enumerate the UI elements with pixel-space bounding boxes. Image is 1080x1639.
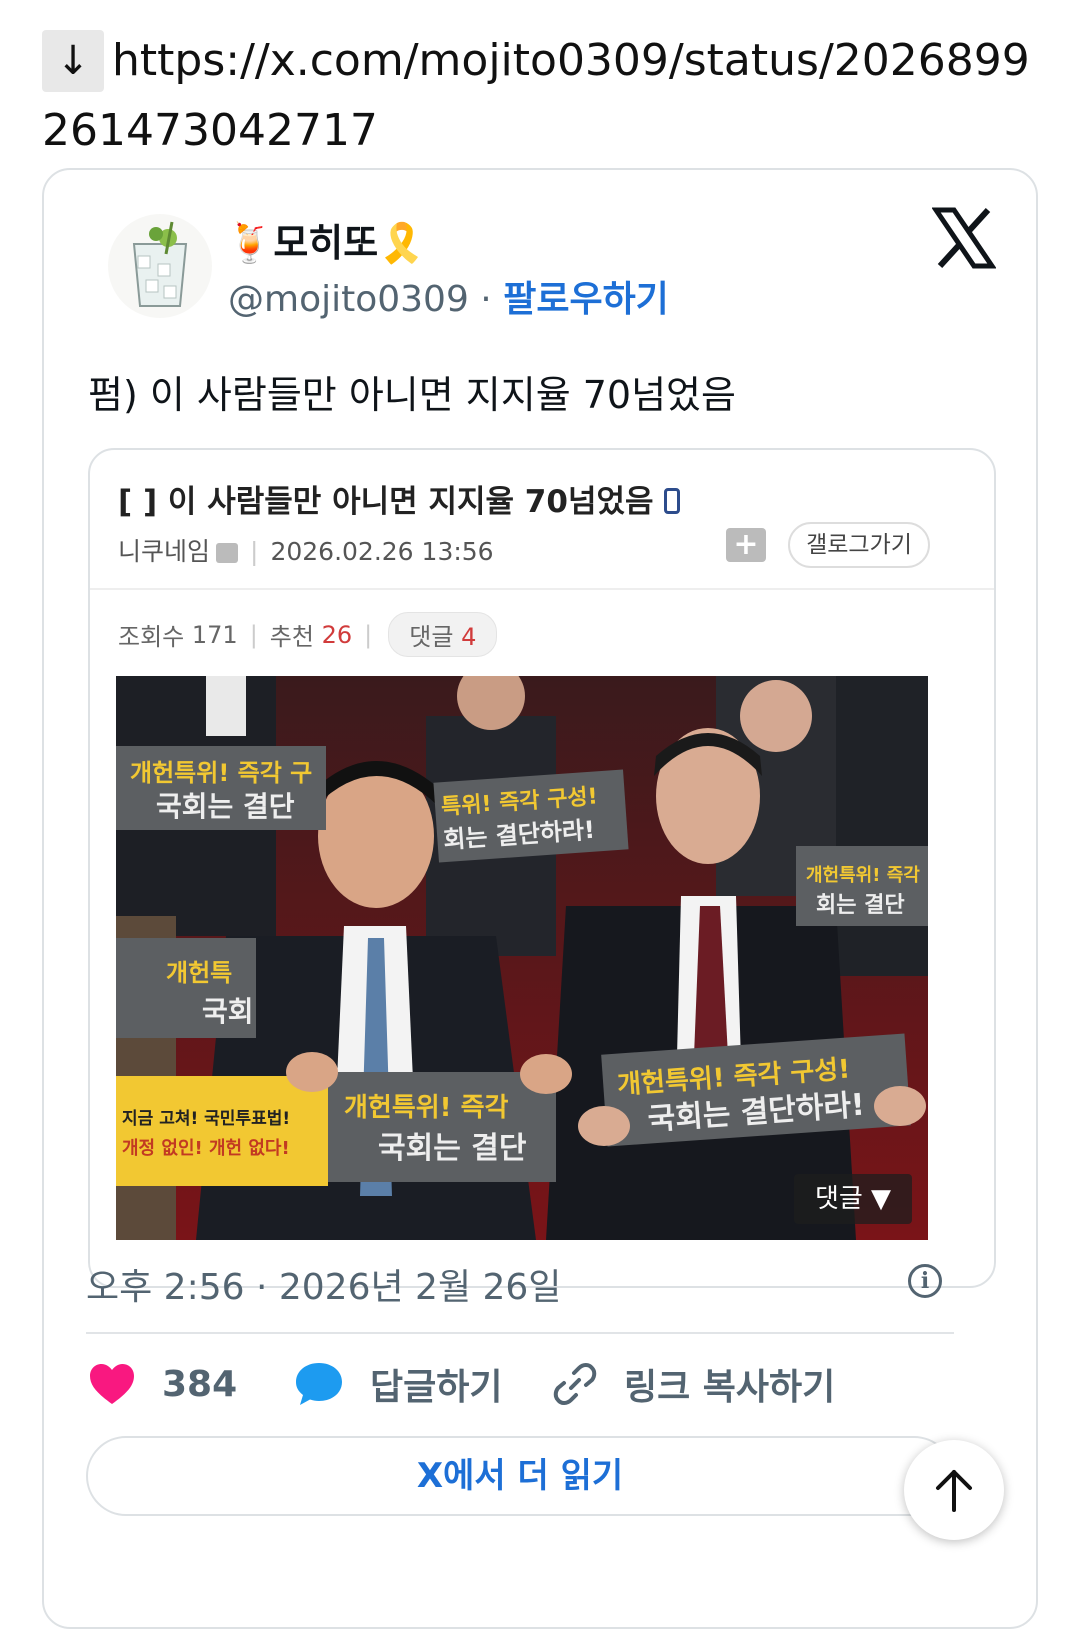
svg-text:국회: 국회: [202, 995, 254, 1028]
tweet-actions: 384 답글하기 링크 복사하기: [88, 1354, 948, 1414]
like-button[interactable]: 384: [88, 1354, 237, 1414]
svg-text:국회는 결단: 국회는 결단: [378, 1131, 527, 1166]
follow-button[interactable]: 팔로우하기: [503, 279, 669, 320]
reply-label: 답글하기: [370, 1367, 503, 1408]
link-icon: [553, 1363, 597, 1405]
tweet-text: 펌) 이 사람들만 아니면 지지율 70넘었음: [88, 373, 736, 417]
svg-text:개헌특: 개헌특: [166, 959, 232, 987]
author-badge-icon: [216, 543, 239, 563]
gallog-button[interactable]: 갤로그가기: [788, 522, 930, 568]
svg-text:개헌특위! 즉각 구: 개헌특위! 즉각 구: [130, 759, 312, 787]
post-meta: 니쿠네임 | 2026.02.26 13:56: [118, 537, 494, 566]
copy-link-button[interactable]: 링크 복사하기: [552, 1354, 835, 1414]
svg-text:개헌특위! 즉각: 개헌특위! 즉각: [344, 1093, 509, 1123]
protest-photo-illustration: 개헌특위! 즉각 구 국회는 결단 특위! 즉각 구성! 회는 결단하라! 개헌…: [116, 676, 928, 1240]
x-logo-icon[interactable]: [932, 206, 996, 270]
svg-text:지금 고쳐! 국민투표법!: 지금 고쳐! 국민투표법!: [122, 1109, 290, 1129]
handle-separator: ·: [468, 279, 504, 320]
tweet-url[interactable]: https://x.com/mojito0309/status/20268992…: [42, 35, 1030, 156]
tweet-embed-card: 🍹모히또🎗️ @mojito0309 · 팔로우하기 펌) 이 사람들만 아니면…: [42, 168, 1038, 1629]
reply-bubble-icon: [296, 1363, 342, 1405]
views-label: 조회수: [118, 623, 185, 651]
comments-pill[interactable]: 댓글 4: [388, 612, 498, 657]
svg-text:개헌특위! 즉각: 개헌특위! 즉각: [806, 865, 920, 886]
user-handle[interactable]: @mojito0309: [228, 279, 469, 320]
post-author[interactable]: 니쿠네임: [118, 537, 210, 566]
svg-text:개정 없인! 개헌 없다!: 개정 없인! 개헌 없다!: [122, 1138, 290, 1159]
svg-text:국회는 결단: 국회는 결단: [156, 790, 295, 823]
post-date: 2026.02.26 13:56: [270, 537, 494, 566]
news-photo[interactable]: 개헌특위! 즉각 구 국회는 결단 특위! 즉각 구성! 회는 결단하라! 개헌…: [116, 676, 928, 1240]
avatar[interactable]: [108, 214, 212, 318]
divider: [90, 588, 994, 590]
copy-link-label: 링크 복사하기: [624, 1367, 836, 1408]
post-title: [ ] 이 사람들만 아니면 지지율 70넘었음: [118, 476, 680, 521]
mobile-icon: [663, 487, 680, 514]
scroll-to-top-button[interactable]: [904, 1440, 1004, 1540]
svg-text:회는 결단: 회는 결단: [816, 893, 905, 918]
arrow-up-icon: [936, 1470, 972, 1512]
tweet-timestamp[interactable]: 오후 2:56 · 2026년 2월 26일: [86, 1258, 561, 1310]
download-arrow-icon[interactable]: ↓: [42, 30, 104, 92]
recommend-label: 추천: [269, 623, 314, 651]
shared-link[interactable]: ↓ https://x.com/mojito0309/status/2026899…: [42, 26, 1052, 166]
reply-button[interactable]: 답글하기: [294, 1354, 502, 1414]
comments-label: 댓글: [409, 623, 454, 651]
recommend-count: 26: [321, 620, 353, 649]
views-count: 171: [191, 620, 238, 649]
quoted-post-preview[interactable]: [ ] 이 사람들만 아니면 지지율 70넘었음 니쿠네임 | 2026.02.26…: [88, 448, 996, 1288]
user-handle-line: @mojito0309 · 팔로우하기: [228, 270, 669, 322]
divider: [86, 1332, 954, 1334]
like-count: 384: [162, 1363, 238, 1405]
info-icon[interactable]: i: [908, 1264, 942, 1298]
comments-count: 4: [461, 623, 477, 651]
photo-comment-badge[interactable]: 댓글 ▼: [794, 1174, 912, 1224]
heart-icon: [90, 1364, 134, 1404]
display-name[interactable]: 🍹모히또🎗️: [226, 212, 426, 267]
post-title-text: [ ] 이 사람들만 아니면 지지율 70넘었음: [118, 484, 654, 520]
add-folder-icon[interactable]: +: [726, 528, 766, 562]
post-stats: 조회수 171 | 추천 26 | 댓글 4: [118, 612, 498, 657]
read-more-on-x-button[interactable]: X에서 더 읽기: [86, 1436, 954, 1516]
